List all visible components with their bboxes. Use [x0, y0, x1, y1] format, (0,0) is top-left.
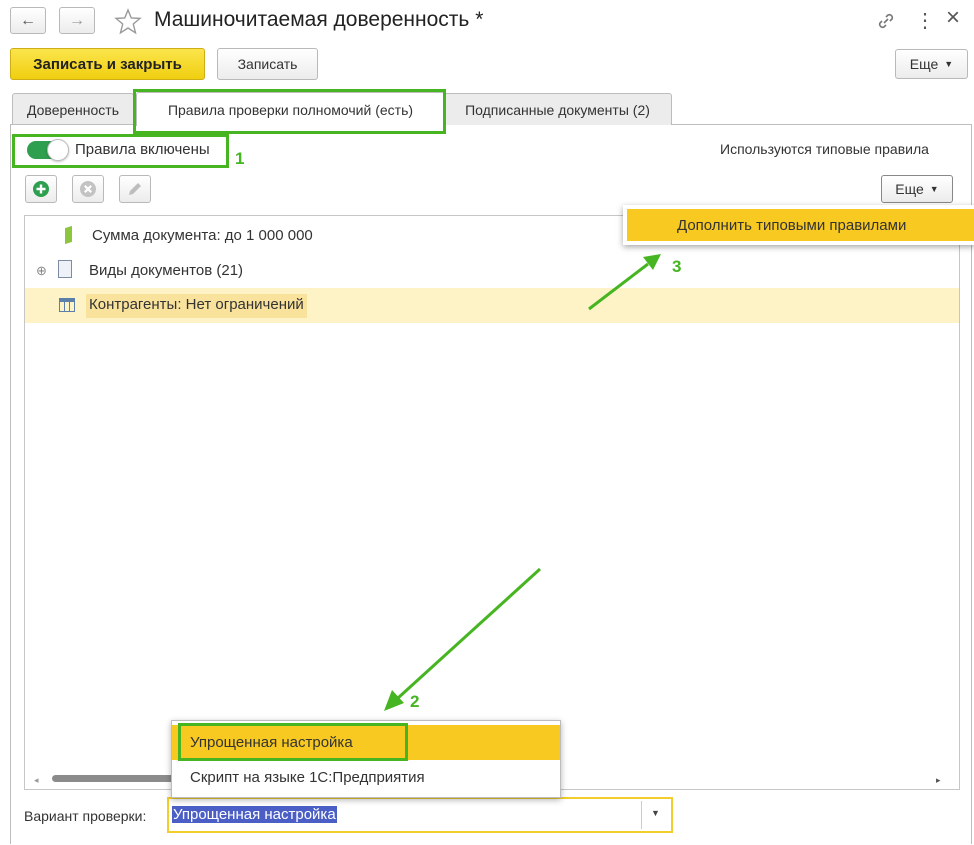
- arrow-to-dropdown: [396, 567, 542, 700]
- arrow-to-menu: [588, 262, 649, 311]
- annotation-arrows: [384, 254, 661, 711]
- arrow-head-2: [384, 690, 404, 711]
- annotation-3: 3: [672, 257, 682, 276]
- annotation-2: 2: [410, 692, 420, 711]
